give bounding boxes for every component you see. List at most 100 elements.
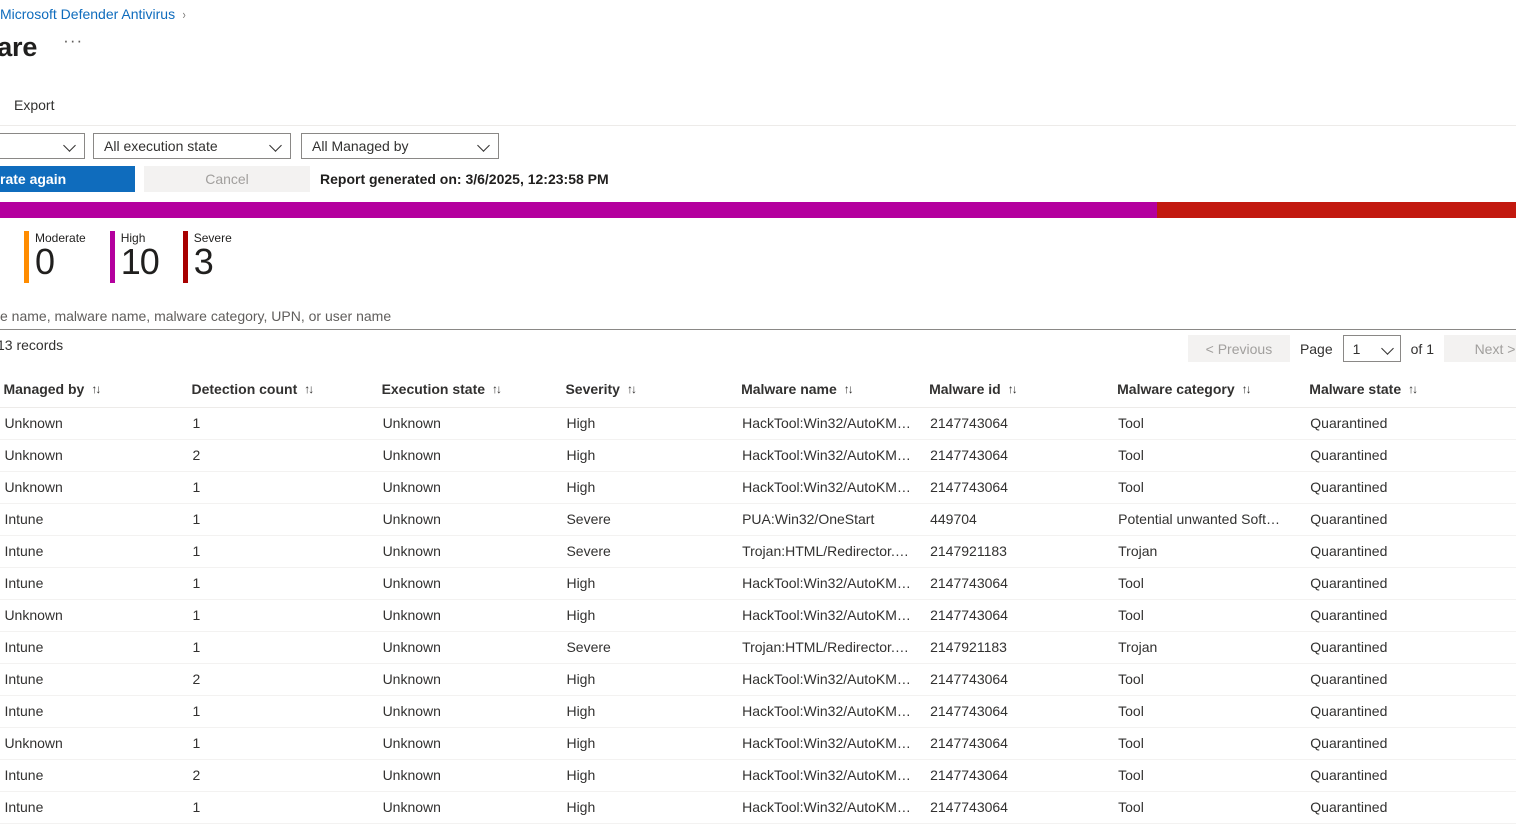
sort-arrows-icon[interactable]: ↑↓ [1408, 382, 1418, 396]
filter-dropdown-managed-by[interactable]: All Managed by [301, 133, 499, 159]
sort-arrows-icon[interactable]: ↑↓ [1242, 382, 1252, 396]
cell-text: 2147921183 [930, 543, 1007, 559]
sort-arrows-icon[interactable]: ↑↓ [492, 382, 502, 396]
cell-sev: High [565, 663, 742, 696]
table-row[interactable]: Intune 1 Unknown High HackTool:Win32/AutoKMS… [0, 695, 1516, 728]
filter-dropdown-execution-state[interactable]: All execution state [93, 133, 291, 159]
malware-table-container: Managed by ↑↓ Detection count ↑↓ Execution s… [0, 371, 1516, 834]
search-input[interactable] [0, 302, 1516, 329]
column-header-exec[interactable]: Execution state ↑↓ [381, 371, 566, 408]
cell-text: Quarantined [1310, 415, 1388, 431]
cell-exec: Unknown [381, 791, 566, 824]
sort-arrows-icon[interactable]: ↑↓ [91, 382, 101, 396]
table-row[interactable]: Intune 2 Unknown High HackTool:Win32/AutoKMS… [0, 663, 1516, 696]
cell-sev: High [565, 791, 742, 824]
cell-id: 2147743064 [929, 727, 1118, 760]
cell-det: 1 [191, 727, 382, 760]
sort-arrows-icon[interactable]: ↑↓ [304, 382, 314, 396]
cell-sev: High [565, 567, 742, 600]
filter-dropdown-scope[interactable] [0, 133, 85, 159]
cell-name: HackTool:Win32/AutoKMS!... [741, 695, 930, 728]
cell-cat: Tool [1117, 791, 1310, 824]
column-header-label: Execution state [381, 380, 486, 397]
page-number-value: 1 [1352, 340, 1361, 357]
cell-text: Intune [4, 671, 44, 687]
cell-sev: High [565, 695, 742, 728]
cell-mgd: Intune [3, 535, 192, 568]
column-header-state[interactable]: Malware state ↑↓ [1309, 371, 1516, 408]
column-header-mgd[interactable]: Managed by ↑↓ [3, 371, 192, 408]
generate-again-button[interactable]: rate again [0, 166, 135, 192]
cell-name: HackTool:Win32/AutoKMS!... [741, 759, 930, 792]
cell-sev: High [565, 599, 742, 632]
cell-text: 1 [192, 639, 201, 655]
column-header-name[interactable]: Malware name ↑↓ [741, 371, 930, 408]
cell-name: HackTool:Win32/AutoKMS!... [741, 407, 930, 440]
cell-exec: Unknown [381, 535, 566, 568]
table-row[interactable]: Unknown 2 Unknown High HackTool:Win32/AutoKM… [0, 439, 1516, 472]
cell-text: Tool [1118, 671, 1144, 687]
cell-text: 2147743064 [930, 479, 1008, 495]
breadcrumb-link-defender-antivirus[interactable]: Microsoft Defender Antivirus [0, 6, 175, 22]
sort-arrows-icon[interactable]: ↑↓ [844, 382, 854, 396]
cell-cat: Trojan [1117, 535, 1310, 568]
cell-cat: Tool [1117, 471, 1310, 504]
cell-mgd: Unknown [3, 727, 192, 760]
column-header-cat[interactable]: Malware category ↑↓ [1117, 371, 1310, 408]
cell-text: 1 [192, 543, 201, 559]
table-row[interactable]: Unknown 1 Unknown High HackTool:Win32/AutoKM… [0, 727, 1516, 760]
cell-det: 2 [191, 663, 382, 696]
table-row[interactable]: Intune 1 Unknown Severe Trojan:HTML/Redirect… [0, 631, 1516, 664]
previous-page-button[interactable]: < Previous [1187, 335, 1290, 362]
cell-name: HackTool:Win32/AutoKMS!... [741, 727, 930, 760]
cell-state: Quarantined [1309, 663, 1516, 696]
cell-name: HackTool:Win32/AutoKMS!... [741, 663, 930, 696]
cell-text: Tool [1118, 767, 1144, 783]
table-row[interactable]: Intune 1 Unknown High HackTool:Win32/AutoKMS… [0, 567, 1516, 600]
breadcrumb-chevron-right-icon: › [182, 6, 186, 22]
severity-card-value: 0 [35, 241, 55, 282]
export-button[interactable]: Export [8, 94, 60, 116]
search-box[interactable] [0, 302, 1516, 330]
table-row[interactable]: Unknown 1 Unknown High HackTool:Win32/AutoKM… [0, 407, 1516, 440]
cell-state: Quarantined [1309, 503, 1516, 536]
cell-text: Unknown [382, 511, 441, 527]
column-header-det[interactable]: Detection count ↑↓ [191, 371, 382, 408]
table-row[interactable]: Intune 1 Unknown Severe Trojan:HTML/Redirect… [0, 535, 1516, 568]
cell-det: 1 [191, 567, 382, 600]
cell-mgd: Unknown [3, 471, 192, 504]
severity-distribution-bar [0, 202, 1516, 218]
page-title: nalware [0, 32, 38, 62]
sort-arrows-icon[interactable]: ↑↓ [1008, 382, 1018, 396]
cell-text: Intune [4, 639, 44, 655]
column-header-sev[interactable]: Severity ↑↓ [565, 371, 742, 408]
cell-text: Severe [566, 639, 611, 655]
cell-text: High [566, 735, 596, 751]
severity-accent-bar [24, 231, 29, 283]
table-row[interactable]: Intune 2 Unknown High HackTool:Win32/AutoKMS… [0, 759, 1516, 792]
table-row[interactable]: Intune 1 Unknown Severe PUA:Win32/OneStart 44… [0, 503, 1516, 536]
cell-det: 1 [191, 695, 382, 728]
page-number-select[interactable]: 1 [1342, 335, 1401, 362]
cell-text: 2147743064 [930, 767, 1008, 783]
next-page-button[interactable]: Next > [1444, 335, 1516, 362]
cell-text: Intune [4, 703, 44, 719]
cell-cat: Trojan [1117, 631, 1310, 664]
column-header-label: Managed by [3, 380, 85, 397]
cell-name: HackTool:Win32/AutoKMS!... [741, 791, 930, 824]
cell-exec: Unknown [381, 663, 566, 696]
table-row[interactable]: Unknown 1 Unknown High HackTool:Win32/AutoKM… [0, 471, 1516, 504]
cell-id: 2147743064 [929, 791, 1118, 824]
sort-arrows-icon[interactable]: ↑↓ [627, 382, 637, 396]
column-header-id[interactable]: Malware id ↑↓ [929, 371, 1118, 408]
cell-text: Intune [4, 799, 44, 815]
cell-text: Tool [1118, 447, 1144, 463]
cell-exec: Unknown [381, 503, 566, 536]
cell-text: Trojan [1118, 543, 1158, 559]
cell-mgd: Intune [3, 695, 192, 728]
more-options-icon[interactable]: ··· [63, 31, 83, 51]
table-row[interactable]: Intune 1 Unknown High HackTool:Win32/AutoKMS… [0, 791, 1516, 824]
report-generated-timestamp: Report generated on: 3/6/2025, 12:23:58 … [320, 171, 609, 187]
cell-text: HackTool:Win32/AutoKMS!... [742, 703, 913, 719]
table-row[interactable]: Unknown 1 Unknown High HackTool:Win32/AutoKM… [0, 599, 1516, 632]
